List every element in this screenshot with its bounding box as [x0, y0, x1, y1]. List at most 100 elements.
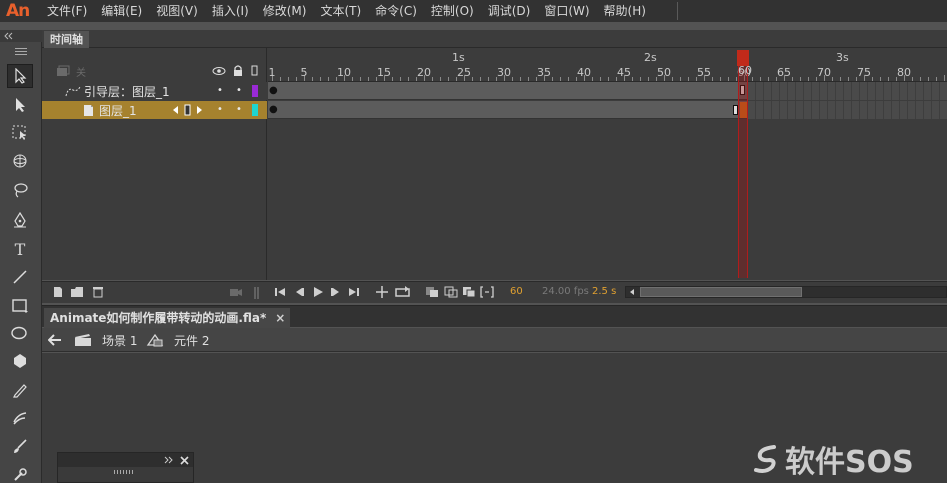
ruler-tick [400, 77, 401, 81]
lock-icon[interactable] [232, 64, 244, 77]
playhead[interactable] [738, 50, 748, 278]
ruler-tick [928, 77, 929, 81]
menu-control[interactable]: 控制(O) [424, 0, 481, 22]
lock-dot[interactable]: • [236, 85, 242, 96]
brush-tool[interactable] [7, 434, 33, 458]
elapsed-time-value[interactable]: 2.5 s [592, 286, 616, 297]
keyframe-dot[interactable]: ● [269, 104, 278, 115]
text-tool[interactable]: T [7, 237, 33, 261]
rectangle-tool[interactable] [7, 293, 33, 317]
scroll-thumb[interactable] [640, 287, 802, 297]
frame-number: 55 [697, 66, 711, 79]
step-forward-icon[interactable] [330, 286, 342, 298]
lasso-tool[interactable] [7, 178, 33, 202]
expand-icon[interactable] [164, 456, 174, 464]
menu-edit[interactable]: 编辑(E) [94, 0, 149, 22]
new-layer-icon[interactable] [52, 286, 64, 298]
empty-frames[interactable] [748, 82, 947, 100]
current-frame-value[interactable]: 60 [510, 286, 523, 297]
menu-debug[interactable]: 调试(D) [481, 0, 538, 22]
onion-skin-controls-icon[interactable] [172, 104, 206, 116]
panel-divider-icon[interactable] [254, 286, 260, 300]
ruler-tick [808, 77, 809, 81]
new-folder-icon[interactable] [70, 286, 84, 298]
ruler-tick [712, 77, 713, 81]
document-tab[interactable]: Animate如何制作履带转动的动画.fla* × [44, 308, 291, 328]
lock-dot[interactable]: • [236, 104, 242, 115]
goto-first-icon[interactable] [274, 286, 286, 298]
3d-rotation-tool[interactable] [7, 149, 33, 173]
empty-frames[interactable] [748, 101, 947, 119]
ruler-tick [512, 77, 513, 81]
step-back-icon[interactable] [293, 286, 305, 298]
menu-view[interactable]: 视图(V) [149, 0, 205, 22]
timeline-tabbar: 时间轴 [42, 30, 947, 48]
close-icon[interactable]: × [275, 308, 285, 328]
bone-tool[interactable] [7, 462, 33, 483]
polystar-tool[interactable] [7, 349, 33, 373]
menu-modify[interactable]: 修改(M) [256, 0, 314, 22]
paint-brush-tool[interactable] [7, 406, 33, 430]
ruler-tick [280, 77, 281, 81]
fps-value[interactable]: 24.00 fps [542, 286, 589, 297]
rectangle-icon [12, 299, 28, 313]
tools-panel-header[interactable] [0, 30, 42, 42]
layer-name-1: 图层_1 [99, 104, 137, 118]
outline-icon[interactable] [251, 65, 259, 77]
menu-text[interactable]: 文本(T) [313, 0, 368, 22]
line-tool[interactable] [7, 265, 33, 289]
visibility-dot[interactable]: • [217, 104, 223, 115]
menu-help[interactable]: 帮助(H) [597, 0, 653, 22]
frames-row-1[interactable]: ● [268, 101, 947, 119]
selection-tool[interactable] [7, 64, 33, 88]
edit-multiple-frames-icon[interactable] [462, 286, 476, 298]
ruler-tick [944, 75, 945, 81]
floating-panel-header[interactable] [58, 453, 193, 467]
menu-window[interactable]: 窗口(W) [537, 0, 596, 22]
symbol-breadcrumb[interactable]: 元件 2 [174, 332, 209, 349]
back-arrow-icon[interactable] [48, 334, 62, 346]
pen-tool[interactable] [7, 208, 33, 232]
collapse-arrows-icon[interactable] [0, 30, 42, 42]
modify-markers-icon[interactable] [480, 286, 494, 298]
subselection-tool[interactable] [7, 93, 33, 117]
scroll-left-icon[interactable] [628, 288, 636, 296]
menu-insert[interactable]: 插入(I) [205, 0, 256, 22]
visibility-dot[interactable]: • [217, 85, 223, 96]
keyframe-dot[interactable]: ● [269, 85, 278, 96]
pencil-tool[interactable] [7, 378, 33, 402]
tab-timeline[interactable]: 时间轴 [44, 31, 89, 48]
edit-bar: 场景 1 元件 2 [42, 328, 947, 352]
onion-skin-icon[interactable] [425, 286, 439, 298]
camera-icon[interactable] [229, 286, 243, 298]
layer-row-1[interactable]: 图层_1 • • [42, 101, 267, 119]
frames-row-guide[interactable]: ● [268, 82, 947, 100]
ruler-tick [840, 77, 841, 81]
trash-icon[interactable] [92, 286, 104, 298]
oval-tool[interactable] [7, 321, 33, 345]
layer-color-swatch[interactable] [252, 85, 258, 97]
playhead-handle[interactable]: 60 [737, 50, 752, 77]
ruler-tick [312, 77, 313, 81]
close-panel-icon[interactable] [180, 456, 189, 465]
goto-last-icon[interactable] [348, 286, 360, 298]
grip-icon[interactable] [114, 469, 138, 475]
layer-color-swatch[interactable] [252, 104, 258, 116]
ruler-tick [608, 77, 609, 81]
frame-number: 40 [577, 66, 591, 79]
center-frame-icon[interactable] [375, 286, 389, 298]
frame-number: 65 [777, 66, 791, 79]
frame-ruler[interactable]: 1s 2s 3s 1 5 10 15 20 25 30 35 40 45 50 55 60 65 70 75 8… [268, 48, 947, 82]
menu-file[interactable]: 文件(F) [40, 0, 94, 22]
grip-icon[interactable] [0, 44, 42, 58]
eye-icon[interactable] [212, 65, 226, 77]
onion-outline-icon[interactable] [444, 286, 458, 298]
watermark-logo-icon [754, 445, 776, 473]
free-transform-tool[interactable] [7, 120, 33, 144]
layer-folder-icon[interactable]: 关 [56, 65, 88, 79]
layer-row-guide[interactable]: 引导层：图层_1 • • [42, 82, 267, 100]
play-icon[interactable] [312, 286, 324, 298]
scene-breadcrumb[interactable]: 场景 1 [102, 332, 137, 349]
menu-commands[interactable]: 命令(C) [368, 0, 424, 22]
loop-icon[interactable] [395, 286, 411, 298]
